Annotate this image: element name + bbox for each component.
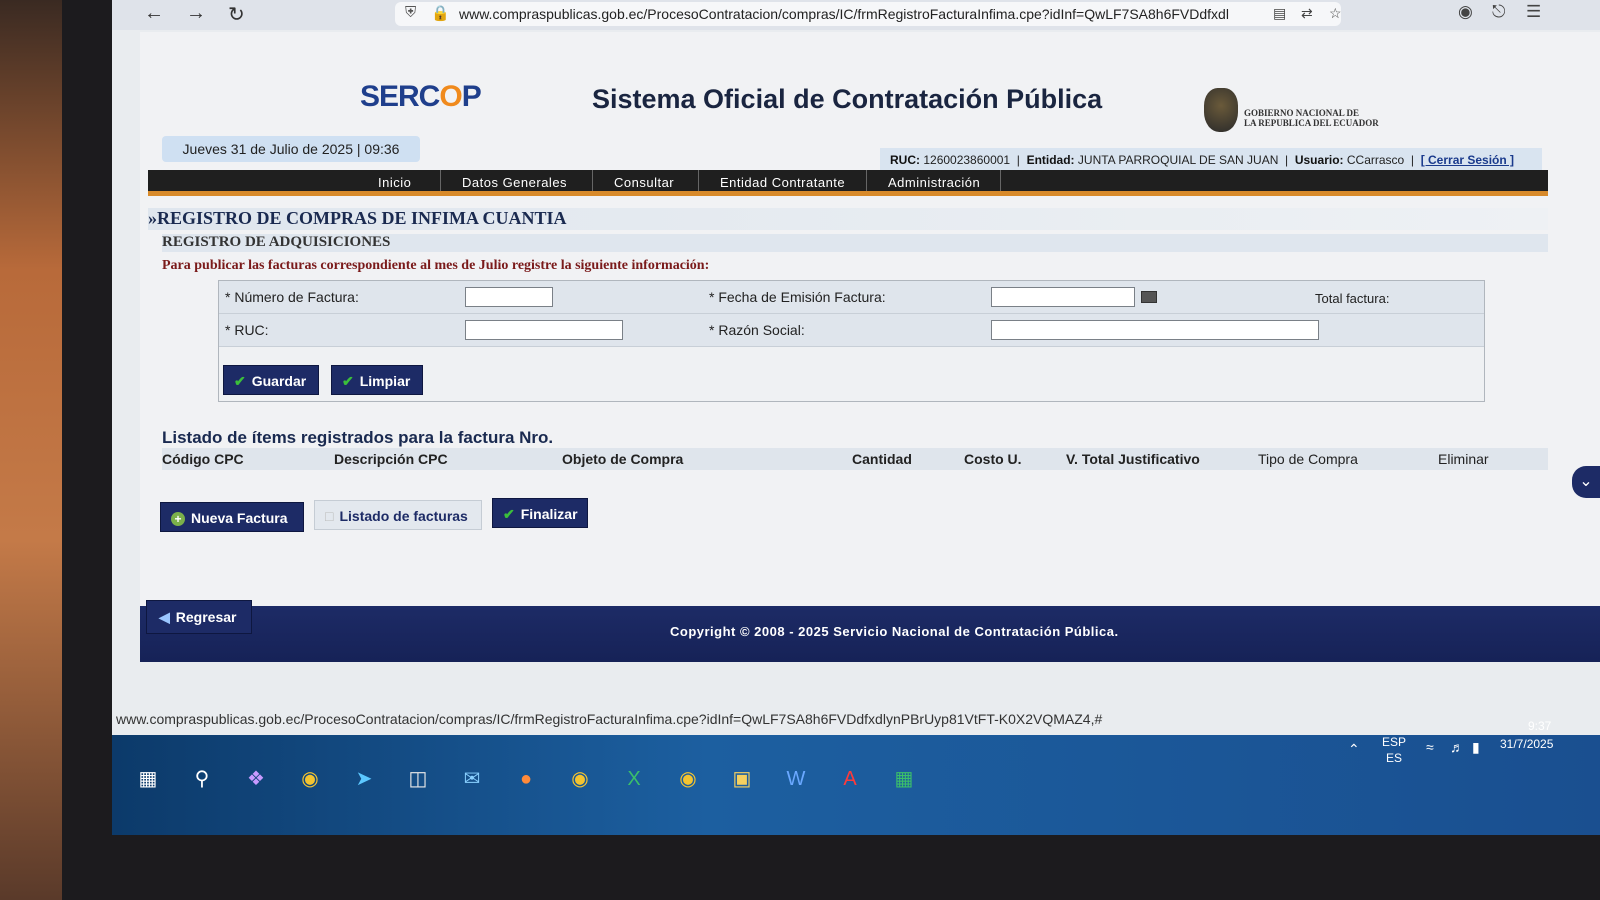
address-url[interactable]: www.compraspublicas.gob.ec/ProcesoContra…	[459, 6, 1259, 22]
column-header: Costo U.	[964, 451, 1022, 467]
screen: ← → ↻ ⛨ 🔒 www.compraspublicas.gob.ec/Pro…	[112, 0, 1600, 835]
forward-arrow-icon[interactable]: →	[186, 2, 206, 25]
column-header: Eliminar	[1438, 451, 1489, 467]
excel-icon[interactable]: X	[618, 763, 650, 795]
back-arrow-icon[interactable]: ←	[144, 2, 164, 25]
items-list-title: Listado de ítems registrados para la fac…	[162, 428, 554, 447]
spreadsheet-icon[interactable]: ▦	[888, 763, 920, 795]
sercop-logo[interactable]: SERCOP	[360, 80, 482, 114]
finish-button[interactable]: ✔ Finalizar	[492, 498, 588, 528]
add-icon: +	[171, 512, 185, 526]
tray-expand-icon[interactable]: ⌃	[1348, 741, 1360, 758]
chrome-profile-icon[interactable]: ◉	[564, 763, 596, 795]
instruction-text: Para publicar las facturas correspondien…	[162, 258, 710, 273]
column-header: Descripción CPC	[334, 451, 448, 467]
invoice-list-button[interactable]: □ Listado de facturas	[314, 500, 482, 530]
wifi-icon[interactable]: ≈	[1426, 739, 1434, 755]
reload-icon[interactable]: ↻	[228, 2, 245, 27]
language-top[interactable]: ESP	[1382, 735, 1406, 749]
web-page: SERCOP Sistema Oficial de Contratación P…	[140, 32, 1600, 662]
word-icon[interactable]: W	[780, 763, 812, 795]
invoice-number-label: * Número de Factura:	[225, 289, 359, 305]
page-footer: Copyright © 2008 - 2025 Servicio Naciona…	[140, 606, 1600, 662]
store-icon[interactable]: ◫	[402, 763, 434, 795]
menu-icon[interactable]: ☰	[1526, 2, 1541, 22]
form-row-2: * RUC: * Razón Social:	[219, 314, 1484, 347]
business-name-label: * Razón Social:	[709, 322, 805, 338]
ruc-input[interactable]	[465, 320, 623, 340]
items-table-header: Código CPC Descripción CPC Objeto de Com…	[162, 448, 1548, 470]
section-subtitle: REGISTRO DE ADQUISICIONES	[162, 234, 1548, 252]
shield-icon[interactable]: ⛨	[405, 4, 416, 21]
copilot-icon[interactable]: ❖	[240, 763, 272, 795]
scroll-top-icon[interactable]: ⌄	[1572, 466, 1600, 498]
menu-item-consultar[interactable]: Consultar	[614, 175, 674, 190]
form-row-1: * Número de Factura: * Fecha de Emisión …	[219, 281, 1484, 314]
check-icon: ✔	[342, 373, 354, 389]
calendar-icon[interactable]	[1141, 291, 1157, 303]
menu-item-datos-generales[interactable]: Datos Generales	[462, 175, 567, 190]
column-header: Cantidad	[852, 451, 912, 467]
volume-icon[interactable]: ♬	[1450, 739, 1464, 755]
column-header: V. Total Justificativo	[1066, 451, 1200, 467]
mail-icon[interactable]: ✉	[456, 763, 488, 795]
back-button[interactable]: ◀ Regresar	[146, 600, 252, 634]
status-bar-url: www.compraspublicas.gob.ec/ProcesoContra…	[112, 708, 1116, 730]
ecuador-emblem-icon	[1204, 88, 1238, 132]
chrome-alt-icon[interactable]: ◉	[672, 763, 704, 795]
chrome-icon[interactable]: ◉	[294, 763, 326, 795]
column-header: Objeto de Compra	[562, 451, 684, 467]
lock-icon[interactable]: 🔒	[431, 4, 450, 22]
current-date: Jueves 31 de Julio de 2025 | 09:36	[162, 136, 420, 162]
reader-icon[interactable]: ▤	[1273, 5, 1286, 22]
session-info-bar: RUC: 1260023860001 | Entidad: JUNTA PARR…	[880, 148, 1542, 172]
business-name-input[interactable]	[991, 320, 1319, 340]
battery-icon[interactable]: ▮	[1472, 739, 1480, 756]
invoice-number-input[interactable]	[465, 287, 553, 307]
account-icon[interactable]: ◉	[1458, 2, 1473, 22]
telegram-icon[interactable]: ➤	[348, 763, 380, 795]
column-header: Código CPC	[162, 451, 244, 467]
address-bar[interactable]: ⛨ 🔒 www.compraspublicas.gob.ec/ProcesoCo…	[395, 2, 1342, 26]
government-label: GOBIERNO NACIONAL DE LA REPUBLICA DEL EC…	[1244, 108, 1379, 128]
file-explorer-icon[interactable]: ▣	[726, 763, 758, 795]
save-button[interactable]: ✔ Guardar	[223, 365, 319, 395]
windows-taskbar: ▦ ⚲ ❖ ◉ ➤ ◫ ✉ ● ◉ X ◉ ▣ W A ▦ ⌃ ESP ES ≈…	[112, 719, 1600, 835]
main-menu: Inicio Datos Generales Consultar Entidad…	[148, 170, 1548, 196]
new-invoice-button[interactable]: + Nueva Factura	[160, 502, 304, 532]
star-icon[interactable]: ☆	[1329, 5, 1342, 22]
clock-time[interactable]: 9:37	[1528, 719, 1551, 733]
translate-icon[interactable]: ⇄	[1301, 5, 1313, 22]
menu-item-inicio[interactable]: Inicio	[378, 175, 411, 190]
browser-toolbar: ← → ↻ ⛨ 🔒 www.compraspublicas.gob.ec/Pro…	[112, 0, 1600, 30]
invoice-total-label: Total factura:	[1315, 291, 1390, 306]
entity-value: JUNTA PARROQUIAL DE SAN JUAN	[1077, 153, 1279, 167]
issue-date-input[interactable]	[991, 287, 1135, 307]
menu-item-administracion[interactable]: Administración	[888, 175, 980, 190]
start-icon[interactable]: ▦	[132, 763, 164, 795]
acrobat-icon[interactable]: A	[834, 763, 866, 795]
invoice-form: * Número de Factura: * Fecha de Emisión …	[218, 280, 1485, 402]
language-bottom[interactable]: ES	[1386, 751, 1402, 765]
back-arrow-icon: ◀	[159, 609, 170, 625]
column-header: Tipo de Compra	[1258, 451, 1358, 467]
extensions-icon[interactable]: ⎋	[1492, 2, 1505, 22]
system-title: Sistema Oficial de Contratación Pública	[592, 84, 1103, 114]
clear-button[interactable]: ✔ Limpiar	[331, 365, 423, 395]
check-icon: ✔	[503, 506, 515, 522]
ruc-label: * RUC:	[225, 322, 269, 338]
copyright-text: Copyright © 2008 - 2025 Servicio Naciona…	[670, 624, 1119, 639]
search-icon[interactable]: ⚲	[186, 763, 218, 795]
clock-date[interactable]: 31/7/2025	[1500, 737, 1553, 751]
check-icon: ✔	[234, 373, 246, 389]
list-icon: □	[325, 508, 334, 524]
issue-date-label: * Fecha de Emisión Factura:	[709, 289, 886, 305]
section-title: »REGISTRO DE COMPRAS DE INFIMA CUANTIA	[148, 208, 1548, 230]
ruc-value: 1260023860001	[923, 153, 1011, 167]
firefox-icon[interactable]: ●	[510, 763, 542, 795]
user-value: CCarrasco	[1346, 153, 1405, 167]
menu-item-entidad-contratante[interactable]: Entidad Contratante	[720, 175, 845, 190]
logout-link[interactable]: [ Cerrar Sesión ]	[1421, 153, 1514, 167]
